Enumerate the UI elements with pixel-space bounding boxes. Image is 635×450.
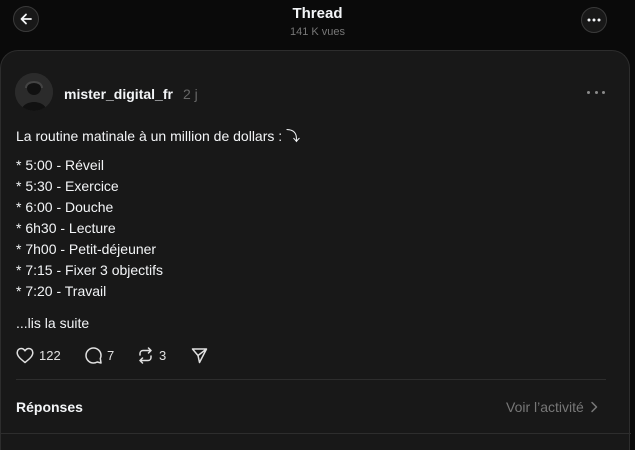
share-button[interactable] [191, 347, 208, 364]
comment-button[interactable]: 7 [85, 347, 114, 364]
page-header: Thread 141 K vues [0, 5, 635, 39]
comment-count: 7 [107, 348, 115, 363]
avatar-silhouette-icon [15, 73, 53, 111]
post-username[interactable]: mister_digital_fr [64, 86, 173, 102]
repost-icon [139, 347, 152, 364]
list-item: * 7h00 - Petit-déjeuner [16, 241, 157, 257]
like-count: 122 [39, 348, 61, 363]
thread-menu-button[interactable] [581, 7, 607, 33]
list-item: * 5:00 - Réveil [16, 157, 104, 173]
page-title: Thread [292, 5, 343, 22]
like-button[interactable]: 122 [16, 347, 61, 364]
dot [602, 90, 605, 94]
list-item: * 6:00 - Douche [16, 199, 114, 215]
dot [594, 90, 598, 94]
view-activity-label: Voir l’activité [506, 399, 584, 415]
heart-icon [16, 347, 34, 364]
replies-heading: Réponses [16, 399, 83, 415]
view-count: 141 K vues [289, 26, 346, 38]
repost-count: 3 [159, 348, 167, 363]
post-intro: La routine matinale à un million de doll… [16, 128, 301, 144]
divider [16, 379, 606, 380]
list-item: * 6h30 - Lecture [16, 220, 116, 236]
post-timestamp: 2 j [183, 86, 198, 102]
view-activity-link[interactable]: Voir l’activité [506, 399, 598, 415]
top-bar: Thread 141 K vues [0, 0, 635, 50]
divider [1, 433, 631, 434]
avatar[interactable] [15, 73, 53, 111]
chevron-right-icon [591, 401, 598, 413]
list-item: * 7:20 - Travail [16, 283, 107, 299]
send-icon [191, 348, 208, 364]
dot [587, 90, 590, 94]
list-item: * 5:30 - Exercice [16, 178, 119, 194]
post-more-button[interactable] [587, 85, 605, 99]
post-card: mister_digital_fr 2 j La routine matinal… [0, 50, 631, 450]
read-more-link[interactable]: ...lis la suite [16, 315, 89, 331]
more-horizontal-icon [587, 18, 601, 22]
list-item: * 7:15 - Fixer 3 objectifs [16, 262, 164, 278]
repost-button[interactable]: 3 [137, 347, 166, 364]
comment-icon [85, 347, 102, 364]
